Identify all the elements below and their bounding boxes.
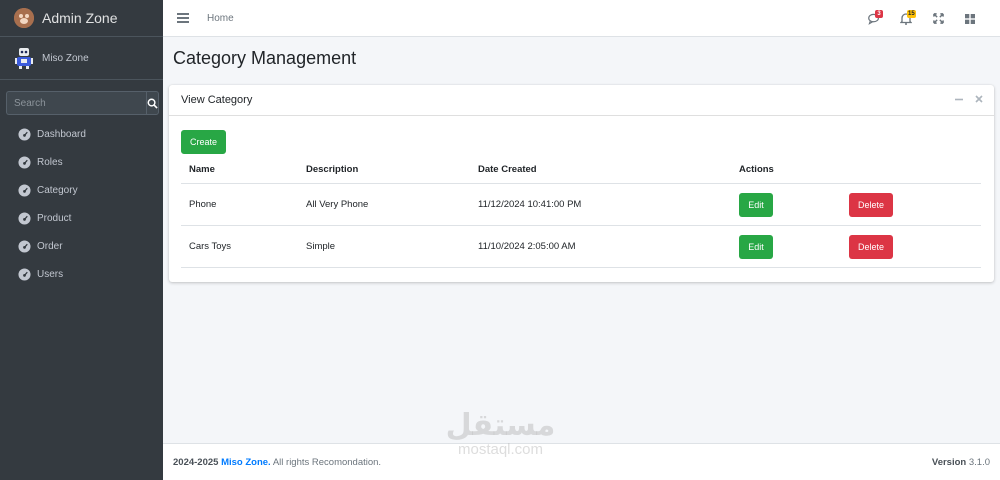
card-header: View Category [169, 85, 994, 116]
footer-rights: All rights Recomondation. [272, 456, 382, 468]
search-button[interactable] [146, 91, 159, 115]
column-header-actions: Actions [739, 164, 774, 175]
robot-avatar-icon [15, 48, 33, 69]
create-button[interactable]: Create [181, 130, 226, 154]
gauge-icon [18, 155, 31, 169]
close-icon[interactable] [974, 94, 984, 107]
notifications-button[interactable]: 15 [890, 0, 922, 37]
footer-version: Version 3.1.0 [932, 457, 990, 468]
messages-badge: 3 [875, 10, 883, 18]
messages-button[interactable]: 3 [858, 0, 890, 37]
user-panel[interactable]: Miso Zone [0, 37, 163, 80]
home-link[interactable]: Home [207, 13, 234, 24]
sidebar-item-product[interactable]: Product [0, 204, 163, 232]
cell-description: All Very Phone [306, 199, 369, 210]
footer-company-link[interactable]: Miso Zone. [221, 457, 271, 468]
control-sidebar-button[interactable] [954, 0, 986, 37]
delete-button[interactable]: Delete [849, 234, 893, 259]
edit-button[interactable]: Edit [739, 234, 773, 259]
cell-edit: Edit [739, 234, 849, 259]
fullscreen-button[interactable] [922, 0, 954, 37]
cell-delete: Delete [849, 234, 981, 259]
main-footer: 2024-2025 Miso Zone. All rights Recomond… [163, 443, 1000, 480]
delete-button[interactable]: Delete [849, 192, 893, 217]
th-large-icon [965, 13, 975, 24]
cell-description: Simple [306, 241, 336, 252]
column-header-description: Description [306, 164, 359, 175]
sidebar-item-label: Category [37, 184, 78, 196]
cell-date: 11/12/2024 10:41:00 PM [478, 199, 582, 210]
page-title: Category Management [173, 48, 357, 68]
cell-delete: Delete [849, 192, 981, 217]
column-header-date: Date Created [478, 164, 537, 175]
cell-name: Phone [189, 199, 217, 210]
sidebar-item-roles[interactable]: Roles [0, 148, 163, 176]
gauge-icon [18, 267, 31, 281]
sidebar-item-category[interactable]: Category [0, 176, 163, 204]
hamburger-menu-icon[interactable] [177, 13, 189, 23]
footer-copyright: 2024-2025 Miso Zone. All rights Recomond… [173, 457, 381, 468]
sidebar: Admin Zone Miso Zone Dashboard Roles Cat [0, 0, 163, 480]
table-row: Phone All Very Phone 11/12/2024 10:41:00… [181, 184, 981, 226]
card-tools [954, 85, 984, 116]
expand-arrows-icon [932, 13, 944, 24]
card-title: View Category [181, 94, 253, 106]
sidebar-item-label: Users [37, 268, 64, 280]
cell-name: Cars Toys [189, 241, 232, 252]
table-row: Cars Toys Simple 11/10/2024 2:05:00 AM E… [181, 226, 981, 268]
search-input[interactable] [6, 91, 146, 115]
gauge-icon [18, 239, 31, 253]
search-icon [147, 98, 158, 109]
cell-edit: Edit [739, 192, 849, 217]
sidebar-item-label: Roles [37, 156, 63, 168]
user-name: Miso Zone [42, 52, 89, 64]
sidebar-item-users[interactable]: Users [0, 260, 163, 288]
content-wrapper: Category Management View Category Create… [163, 37, 1000, 443]
category-card: View Category Create Name Description Da… [169, 85, 994, 282]
sidebar-nav: Dashboard Roles Category Product Order U… [0, 120, 163, 288]
minimize-icon[interactable] [954, 94, 964, 107]
column-header-name: Name [189, 164, 215, 175]
sidebar-search [6, 91, 159, 115]
edit-button[interactable]: Edit [739, 192, 773, 217]
notifications-badge: 15 [907, 10, 916, 18]
category-table: Name Description Date Created Actions Ph… [181, 156, 981, 268]
sidebar-item-label: Product [37, 212, 72, 224]
footer-years: 2024-2025 [173, 456, 219, 468]
gauge-icon [18, 183, 31, 197]
brand-logo-icon [14, 8, 34, 28]
gauge-icon [18, 127, 31, 141]
sidebar-item-dashboard[interactable]: Dashboard [0, 120, 163, 148]
top-navbar: Home 3 15 [163, 0, 1000, 37]
brand-link[interactable]: Admin Zone [0, 0, 163, 37]
cell-date: 11/10/2024 2:05:00 AM [478, 241, 576, 252]
gauge-icon [18, 211, 31, 225]
navbar-right: 3 15 [858, 0, 986, 37]
version-number: 3.1.0 [968, 456, 990, 468]
sidebar-item-label: Order [37, 240, 63, 252]
sidebar-item-label: Dashboard [37, 128, 86, 140]
table-header: Name Description Date Created Actions [181, 156, 981, 184]
brand-name: Admin Zone [42, 10, 118, 26]
sidebar-item-order[interactable]: Order [0, 232, 163, 260]
version-label: Version [931, 456, 967, 468]
